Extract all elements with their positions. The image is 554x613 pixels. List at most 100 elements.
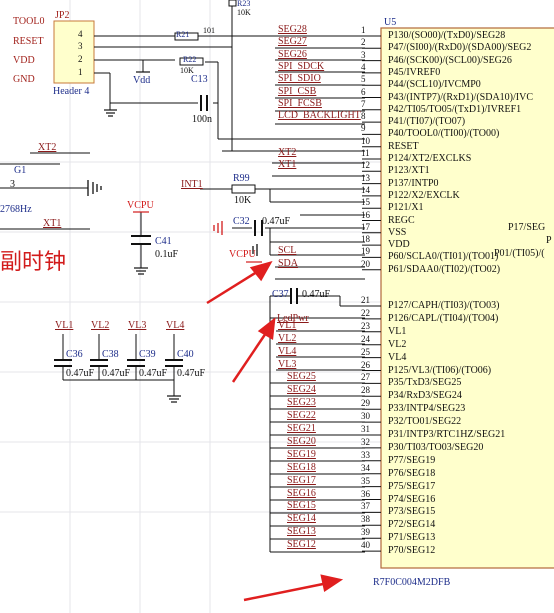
jp2-net-reset: RESET — [13, 36, 44, 47]
r22-ref: R22 — [183, 55, 197, 64]
ic-pin-function: P125/VL3/(TI06)/(TO06) — [388, 364, 492, 376]
ic-pin-number: 28 — [361, 385, 370, 396]
ic-pin-function: P30/TI03/TO03/SEG20 — [388, 441, 484, 453]
net-xt1-left: XT1 — [43, 218, 62, 229]
ic-pin-function: P71/SEG13 — [388, 532, 436, 544]
ic-net-label: SEG25 — [287, 371, 316, 383]
ic-pin-number: 3 — [361, 49, 366, 60]
ic-net-label: SEG23 — [287, 397, 316, 409]
jp2-designator: JP2 — [55, 10, 70, 21]
ic-pin-number: 8 — [361, 111, 366, 122]
ic-net-label: VL4 — [278, 345, 297, 357]
ic-right-pin-function: P17/SEG — [508, 222, 546, 233]
ic-pin-number: 7 — [361, 98, 366, 109]
ic-pin-number: 13 — [361, 172, 370, 183]
ic-pin-number: 20 — [361, 258, 370, 269]
ic-net-label: SEG19 — [287, 448, 316, 460]
c39-ref: C39 — [139, 349, 156, 360]
ic-pin-function: P41/(TI07)/(TO07) — [388, 116, 466, 128]
c13-value: 100n — [192, 114, 212, 125]
ic-pin-function: P70/SEG12 — [388, 545, 436, 557]
ic-pin-number: 35 — [361, 475, 370, 486]
ic-pin-number: 6 — [361, 86, 366, 97]
ic-net-label: SEG27 — [278, 36, 307, 48]
ic-pin-function: P127/CAPH/(TI03)/(TO03) — [388, 300, 500, 311]
r99-ref: R99 — [233, 173, 250, 184]
ic-pin-function: P124/XT2/EXCLKS — [388, 153, 472, 164]
ic-net-label: XT2 — [278, 147, 297, 158]
net-int1: INT1 — [181, 179, 203, 190]
c13-ref: C13 — [191, 74, 208, 85]
ic-pin-number: 15 — [361, 197, 370, 208]
jp2-pin-3: 3 — [78, 41, 83, 51]
ic-pin-function: P60/SCLA0/(TI01)/(TO01) — [388, 251, 499, 263]
c37-ref: C37 — [272, 289, 289, 300]
ic-net-label: SPI_SDIO — [278, 73, 321, 85]
chinese-annotation: 副时钟 — [0, 250, 67, 275]
ic-pin-function: VL1 — [388, 325, 407, 337]
c36-value: 0.47uF — [66, 368, 95, 379]
ic-pin-function: VL2 — [388, 338, 407, 350]
ic-pin-function: P32/TO01/SEG22 — [388, 416, 462, 428]
ic-pin-function: P35/TxD3/SEG25 — [388, 377, 462, 389]
ic-pin-function: P74/SEG16 — [388, 493, 436, 505]
c36-ref: C36 — [66, 349, 83, 360]
c40-value: 0.47uF — [177, 368, 206, 379]
vcpu-label: VCPU — [127, 200, 154, 211]
crystal-freq: 2768Hz — [0, 204, 32, 215]
ic-pin-number: 33 — [361, 449, 370, 460]
ic-pin-number: 39 — [361, 527, 370, 538]
ic-net-label: SPI_CSB — [278, 85, 317, 97]
ic-pin-number: 40 — [361, 540, 370, 551]
jp2-net-tool0: TOOL0 — [13, 16, 45, 27]
ic-pin-number: 19 — [361, 246, 370, 257]
r23-ref: R23 — [237, 0, 251, 8]
ic-pin-function: REGC — [388, 214, 415, 226]
net-xt2-left: XT2 — [38, 142, 57, 153]
jp2-pin-1: 1 — [78, 67, 83, 77]
ic-pin-function: P130/(SO00)/(TxD0)/SEG28 — [388, 30, 506, 41]
r21-value: 101 — [203, 26, 215, 35]
ic-pin-number: 22 — [361, 307, 370, 318]
ic-pin-number: 31 — [361, 424, 370, 434]
ic-pin-number: 14 — [361, 184, 370, 195]
ic-net-label: VL3 — [278, 358, 297, 370]
ic-net-label: SDA — [278, 257, 299, 269]
jp2-net-gnd: GND — [13, 74, 35, 85]
c38-value: 0.47uF — [102, 368, 131, 379]
ic-pin-function: P121/X1 — [388, 202, 424, 214]
ic-right-pin-function: P01/(TI05)/( — [494, 248, 545, 259]
ic-net-label: SEG22 — [287, 410, 316, 422]
ic-pin-function: P123/XT1 — [388, 165, 430, 177]
ic-pin-function: P73/SEG15 — [388, 506, 436, 518]
c40-ref: C40 — [177, 349, 194, 360]
ic-pin-number: 12 — [361, 160, 370, 171]
ic-pin-number: 23 — [361, 320, 370, 331]
vl2-top: VL2 — [91, 320, 110, 331]
ic-pin-function: P137/INTP0 — [388, 177, 439, 189]
ic-pin-number: 10 — [361, 135, 370, 146]
ic-net-label: SEG26 — [278, 48, 307, 60]
c41-value: 0.1uF — [155, 249, 179, 260]
jp2-pin-2: 2 — [78, 54, 83, 64]
ic-net-label: SEG15 — [287, 500, 316, 512]
r23-value: 10K — [237, 8, 251, 17]
ic-pin-number: 34 — [361, 462, 370, 473]
ic-pin-number: 5 — [361, 74, 366, 85]
ic-net-label: SEG18 — [287, 461, 316, 473]
g1-designator: G1 — [14, 165, 27, 176]
ic-pin-function: P45/IVREF0 — [388, 66, 441, 78]
c32-ref: C32 — [233, 216, 250, 227]
c41-ref: C41 — [155, 236, 172, 247]
ic-pin-function: P77/SEG19 — [388, 454, 436, 466]
ic-net-label: SEG24 — [287, 384, 316, 396]
ic-pin-function: P31/INTP3/RTC1HZ/SEG21 — [388, 429, 506, 440]
jp2-net-vdd: VDD — [13, 55, 35, 66]
ic-pin-function: P126/CAPL/(TI04)/(TO04) — [388, 312, 499, 324]
ic-net-label: SEG20 — [287, 435, 316, 447]
ic-pin-function: P72/SEG14 — [388, 519, 436, 531]
ic-pin-function: P40/TOOL0/(TI00)/(TO00) — [388, 128, 500, 140]
ic-pin-number: 32 — [361, 436, 370, 447]
ic-pin-function: P47/(SI00)/(RxD0)/(SDA00)/SEG2 — [388, 42, 532, 54]
g1-pin: 3 — [10, 179, 15, 190]
